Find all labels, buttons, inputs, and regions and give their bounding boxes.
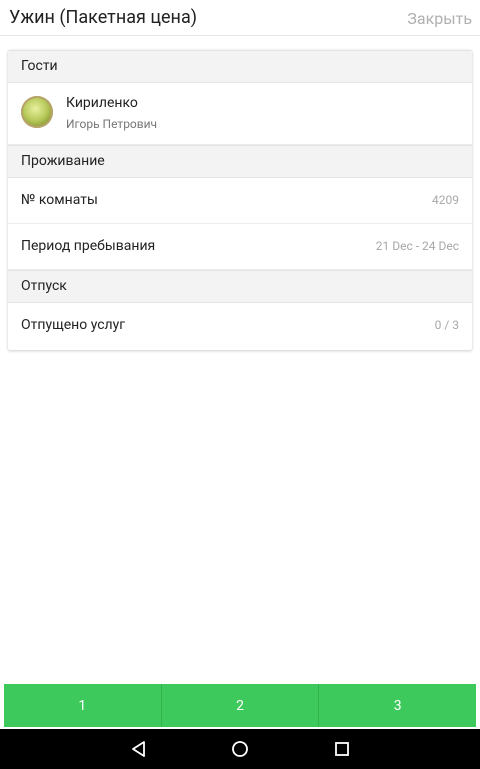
bottom-action-bar: 1 2 3 <box>4 684 476 727</box>
section-header-guests: Гости <box>8 50 472 83</box>
system-nav-bar <box>0 729 480 769</box>
close-button[interactable]: Закрыть <box>407 9 472 28</box>
guest-first-name: Игорь Петрович <box>66 117 158 131</box>
stay-period-value: 21 Dec - 24 Dec <box>375 239 459 253</box>
section-header-release: Отпуск <box>8 270 472 303</box>
services-released-label: Отпущено услуг <box>21 317 126 333</box>
services-released-row: Отпущено услуг 0 / 3 <box>8 303 472 349</box>
action-button-1[interactable]: 1 <box>4 684 162 727</box>
section-header-stay: Проживание <box>8 145 472 178</box>
services-released-value: 0 / 3 <box>434 318 459 332</box>
recents-icon[interactable] <box>332 739 352 759</box>
stay-period-label: Период пребывания <box>21 238 156 254</box>
section-header-label: Отпуск <box>21 278 67 294</box>
page-title: Ужин (Пакетная цена) <box>9 7 197 28</box>
section-header-label: Гости <box>21 58 58 74</box>
room-number-value: 4209 <box>432 193 459 207</box>
guest-last-name: Кириленко <box>66 95 138 111</box>
action-button-2[interactable]: 2 <box>162 684 320 727</box>
home-icon[interactable] <box>230 739 250 759</box>
action-button-3[interactable]: 3 <box>319 684 476 727</box>
avatar <box>21 96 53 128</box>
back-icon[interactable] <box>129 739 149 759</box>
room-number-label: № комнаты <box>21 192 98 208</box>
guest-row[interactable]: Кириленко Игорь Петрович <box>8 83 472 145</box>
top-bar: Ужин (Пакетная цена) Закрыть <box>0 0 480 36</box>
room-number-row: № комнаты 4209 <box>8 178 472 224</box>
stay-period-row: Период пребывания 21 Dec - 24 Dec <box>8 224 472 270</box>
section-header-label: Проживание <box>21 153 105 169</box>
details-card: Гости Кириленко Игорь Петрович Проживани… <box>8 50 472 350</box>
